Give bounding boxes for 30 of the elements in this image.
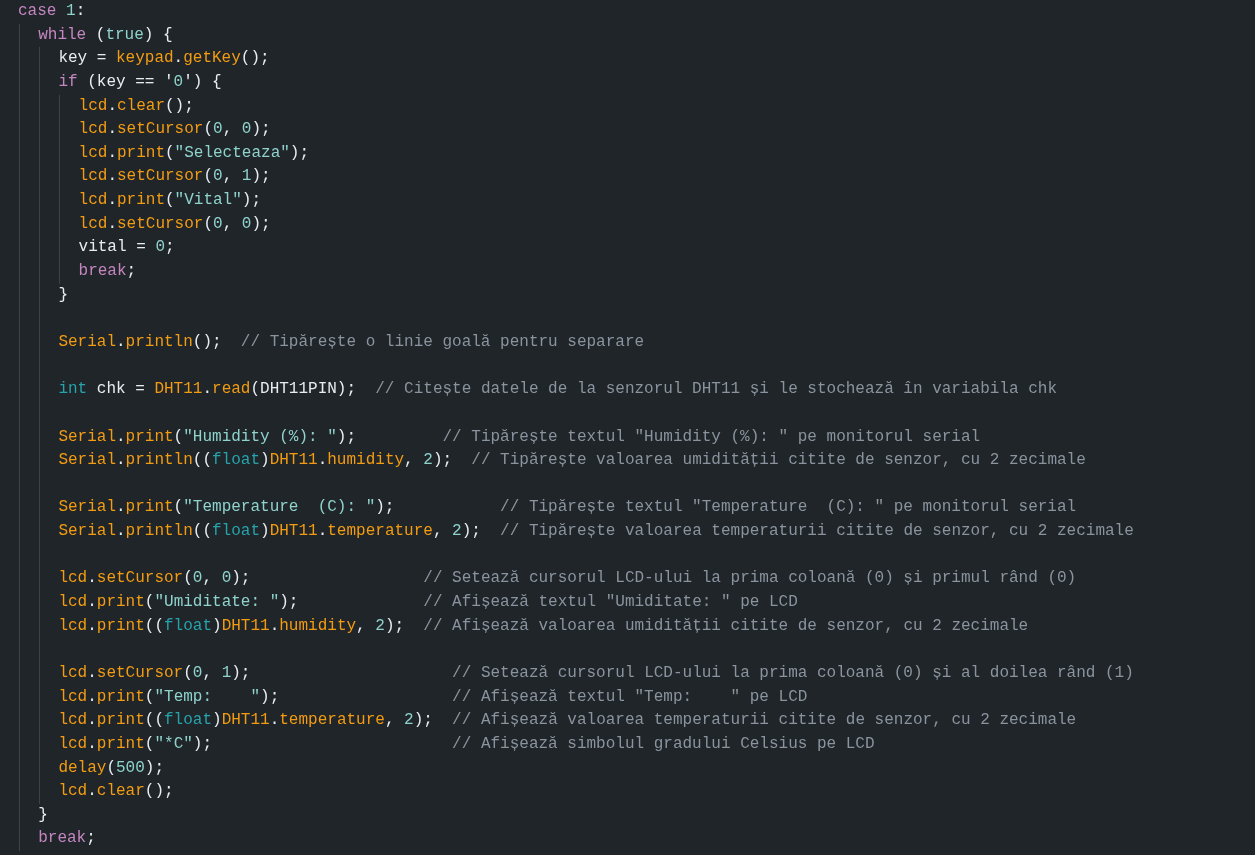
code-line: lcd.setCursor(0, 0); // Setează cursorul LCD-ului la prima coloană (0) și primul rând (0): [58, 568, 1077, 590]
code-line: Serial.println(); // Tipărește o linie goală pentru separare: [58, 331, 645, 353]
code-line: lcd.print("Umiditate: "); // Afișează textul "Umiditate: " pe LCD: [58, 592, 798, 613]
code-line: lcd.setCursor(0, 1); // Setează cursorul LCD-ului la prima coloană (0) și al doilea rând (1): [58, 662, 1134, 684]
code-line: lcd.print("*C"); // Afișează simbolul gradului Celsius pe LCD: [58, 733, 875, 755]
code-line: case 1:: [18, 1, 86, 22]
code-line: lcd.print("Vital");: [78, 190, 262, 212]
code-line: while (true) {: [38, 24, 173, 46]
code-line: Serial.println((float)DHT11.humidity, 2); // Tipărește valoarea umidității citite de senzor, cu 2 zecimale: [58, 450, 1086, 472]
code-line: break;: [78, 261, 137, 283]
code-line: lcd.setCursor(0, 0);: [78, 119, 271, 141]
code-line: lcd.print("Selecteaza");: [78, 142, 310, 164]
code-line: lcd.clear();: [58, 781, 174, 803]
code-line: key = keypad.getKey();: [58, 48, 270, 70]
code-line: int chk = DHT11.read(DHT11PIN); // Citește datele de la senzorul DHT11 și le stochează în variabila chk: [58, 379, 1057, 401]
code-line: lcd.print((float)DHT11.humidity, 2); // Afișează valoarea umidității citite de senzor, cu 2 zecimale: [58, 615, 1029, 637]
code-line: delay(500);: [58, 757, 164, 779]
code-line: lcd.print((float)DHT11.temperature, 2); // Afișează valoarea temperaturii citite de senzor, cu 2 zecimale: [58, 710, 1077, 732]
code-line: }: [58, 284, 68, 306]
code-line: Serial.print("Temperature (C): "); // Tipărește textul "Temperature (C): " pe monitorul serial: [58, 497, 1077, 519]
code-line: lcd.setCursor(0, 1);: [78, 166, 271, 188]
code-line: }: [38, 804, 48, 826]
code-line: Serial.println((float)DHT11.temperature, 2); // Tipărește valoarea temperaturii citite de senzor, cu 2 zecimale: [58, 521, 1134, 543]
code-line: vital = 0;: [78, 237, 175, 259]
code-line: if (key == '0') {: [58, 71, 222, 93]
code-line: break;: [38, 828, 96, 850]
code-line: lcd.print("Temp: "); // Afișează textul "Temp: " pe LCD: [58, 686, 808, 708]
code-line: lcd.setCursor(0, 0);: [78, 213, 271, 235]
code-line: Serial.print("Humidity (%): "); // Tipărește textul "Humidity (%): " pe monitorul serial: [58, 426, 981, 448]
code-line: lcd.clear();: [78, 95, 194, 117]
